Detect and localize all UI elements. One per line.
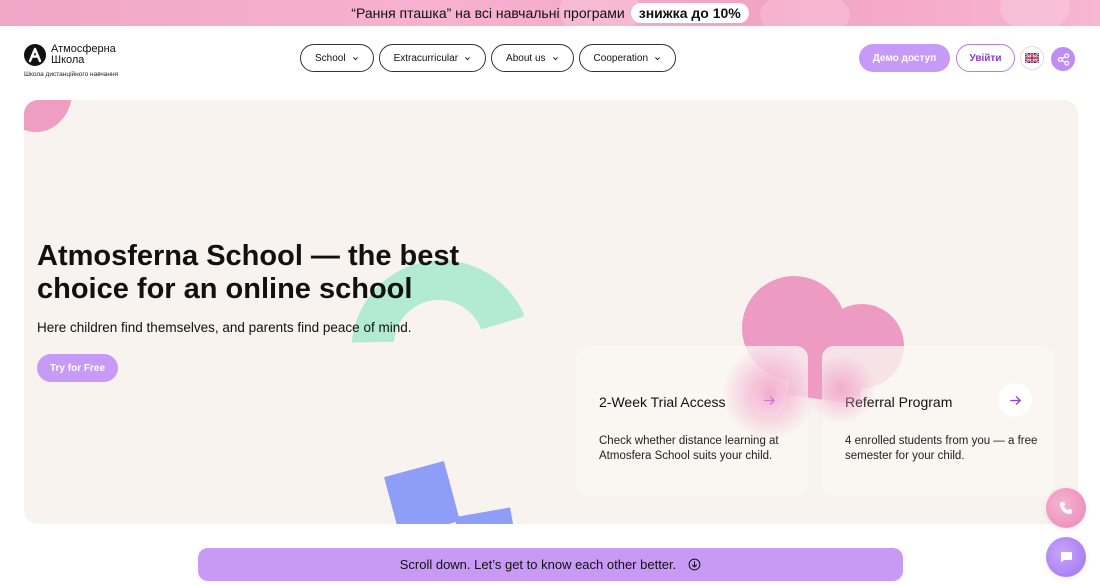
- share-icon: [1057, 52, 1069, 66]
- nav-school-button[interactable]: School: [300, 44, 374, 72]
- hero-section: Atmosferna School — the best choice for …: [24, 100, 1078, 524]
- chevron-down-icon: [465, 56, 470, 60]
- call-button[interactable]: [1046, 488, 1086, 528]
- logo-name: Атмосферна Школа: [51, 43, 116, 66]
- chat-icon: [1061, 552, 1072, 563]
- nav-extracurricular-button[interactable]: Extracurricular: [378, 44, 487, 72]
- scroll-down-prompt[interactable]: Scroll down. Let’s get to know each othe…: [198, 548, 903, 581]
- uk-flag-icon: [1025, 53, 1039, 63]
- phone-icon: [1060, 502, 1072, 514]
- blue-square-decoration: [384, 461, 460, 524]
- hero-title: Atmosferna School — the best choice for …: [37, 240, 460, 305]
- promo-decoration: [760, 0, 850, 26]
- card-arrow-button[interactable]: [998, 383, 1032, 417]
- try-for-free-button[interactable]: Try for Free: [37, 354, 118, 382]
- chat-button[interactable]: [1046, 537, 1086, 577]
- arrow-down-circle-icon: [688, 558, 701, 571]
- main-nav: School Extracurricular About us Cooperat…: [300, 44, 677, 72]
- arrow-right-icon: [1009, 395, 1021, 405]
- logo-tagline: Школа дистанційного навчання: [24, 71, 119, 78]
- scroll-prompt-text: Scroll down. Let’s get to know each othe…: [399, 557, 677, 572]
- demo-access-button[interactable]: Демо доступ: [859, 44, 950, 72]
- chevron-down-icon: [552, 56, 558, 60]
- nav-label: About us: [506, 52, 546, 64]
- language-switcher[interactable]: [1020, 46, 1044, 70]
- hero-subtitle: Here children find themselves, and paren…: [37, 320, 412, 335]
- promo-decoration: [1000, 0, 1070, 26]
- chevron-down-icon: [352, 56, 358, 60]
- nav-label: School: [315, 52, 346, 64]
- promo-text: “Рання пташка” на всі навчальні програми: [351, 5, 625, 21]
- chevron-down-icon: [655, 56, 660, 60]
- promo-banner[interactable]: “Рання пташка” на всі навчальні програми…: [0, 0, 1100, 26]
- pink-circle-decoration: [24, 100, 72, 132]
- login-button[interactable]: Увійти: [956, 44, 1015, 72]
- nav-label: Extracurricular: [393, 52, 459, 64]
- share-button[interactable]: [1051, 47, 1075, 71]
- blue-square-decoration: [454, 507, 518, 524]
- card-title: 2-Week Trial Access: [599, 394, 726, 410]
- promo-discount-badge: знижка до 10%: [630, 3, 749, 23]
- nav-label: Cooperation: [593, 52, 649, 64]
- pink-glow-decoration: [722, 345, 817, 440]
- logo-a-icon: [24, 44, 46, 66]
- site-header: Атмосферна Школа Школа дистанційного нав…: [0, 26, 1100, 96]
- card-description: 4 enrolled students from you — a free se…: [845, 435, 1038, 462]
- nav-about-us-button[interactable]: About us: [491, 44, 574, 72]
- nav-cooperation-button[interactable]: Cooperation: [578, 44, 677, 72]
- pink-glow-decoration: [806, 354, 876, 424]
- logo[interactable]: Атмосферна Школа: [24, 44, 141, 66]
